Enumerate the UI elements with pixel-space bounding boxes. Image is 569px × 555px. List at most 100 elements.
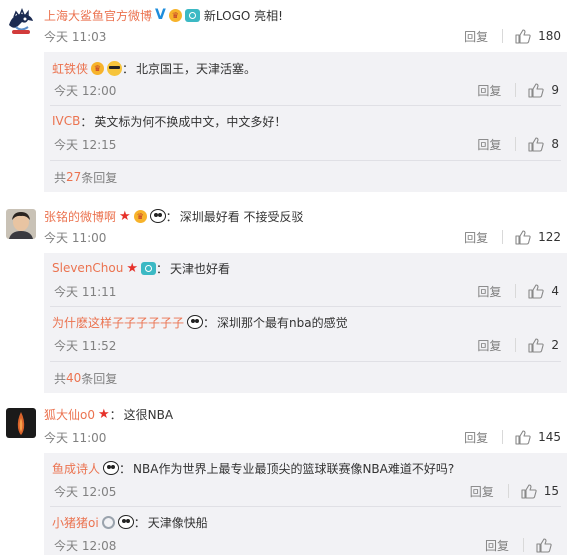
thumbs-up-icon <box>515 229 531 245</box>
reply-actions: 回复 15 <box>470 483 559 500</box>
reply-actions: 回复 8 <box>477 136 559 153</box>
reply-button[interactable]: 回复 <box>477 136 501 153</box>
like-button[interactable]: 2 <box>528 337 559 353</box>
reply-actions: 回复 9 <box>477 82 559 99</box>
more-prefix: 共 <box>54 170 67 185</box>
divider <box>50 306 561 307</box>
colon: ： <box>109 407 122 422</box>
panda-emoji-icon <box>103 461 120 475</box>
like-button[interactable]: 8 <box>528 136 559 152</box>
cool-face-icon <box>107 60 123 76</box>
like-button[interactable]: 9 <box>528 82 559 98</box>
thumbs-up-icon <box>515 28 531 44</box>
username-link[interactable]: IVCB <box>52 114 80 128</box>
reply-meta: 今天 11:11 回复 4 <box>54 283 559 299</box>
reply-header: 为什麽这样子子子子子子 ： 深圳那个最有nba的感觉 <box>52 313 348 331</box>
reply-button[interactable]: 回复 <box>485 537 509 554</box>
reply-button[interactable]: 回复 <box>477 337 501 354</box>
colon: ： <box>119 461 132 476</box>
colon: ： <box>122 61 135 76</box>
reply-button[interactable]: 回复 <box>464 429 488 446</box>
username-link[interactable]: 鱼成诗人 <box>52 460 100 477</box>
colon: ： <box>165 209 178 224</box>
like-button[interactable]: 122 <box>515 229 561 245</box>
colon: ： <box>156 261 169 276</box>
divider <box>50 160 561 161</box>
ring-badge-icon <box>101 515 115 529</box>
username-link[interactable]: 小猪猪oi <box>52 514 99 531</box>
reply-actions: 回复 <box>485 537 559 554</box>
comment-actions: 回复 180 <box>464 28 561 45</box>
divider <box>515 338 517 352</box>
red-star-icon: ★ <box>119 208 131 224</box>
like-button[interactable]: 180 <box>515 28 561 44</box>
thumbs-up-icon <box>521 483 537 499</box>
crown-icon: ♛ <box>133 209 147 223</box>
comment-actions: 回复 145 <box>464 429 561 446</box>
reply-meta: 今天 12:15 回复 8 <box>54 136 559 152</box>
like-count: 9 <box>551 83 559 97</box>
like-button[interactable]: 15 <box>521 483 559 499</box>
like-count: 2 <box>551 338 559 352</box>
divider <box>515 137 517 151</box>
panda-emoji-icon <box>117 515 134 529</box>
reply-button[interactable]: 回复 <box>470 483 494 500</box>
reply-text: 天津像快船 <box>147 515 208 530</box>
avatar[interactable] <box>6 209 36 239</box>
divider <box>50 506 561 507</box>
reply-header: 小猪猪oi ： 天津像快船 <box>52 513 208 531</box>
divider <box>502 430 504 444</box>
username-link[interactable]: 虹铁侠 <box>52 60 88 77</box>
reply-list: 鱼成诗人 ： NBA作为世界上最专业最顶尖的篮球联赛像NBA难道不好吗? 今天 … <box>44 453 567 555</box>
camera-icon <box>184 8 200 22</box>
like-count: 180 <box>538 29 561 43</box>
reply-actions: 回复 2 <box>477 337 559 354</box>
avatar[interactable] <box>6 8 36 38</box>
reply-button[interactable]: 回复 <box>477 82 501 99</box>
like-count: 15 <box>543 484 559 498</box>
reply-button[interactable]: 回复 <box>464 229 488 246</box>
reply-button[interactable]: 回复 <box>464 28 488 45</box>
thumbs-up-icon <box>528 283 545 299</box>
reply-meta: 今天 12:05 回复 15 <box>54 483 559 499</box>
reply-button[interactable]: 回复 <box>477 283 501 300</box>
colon: ： <box>203 315 216 330</box>
divider <box>50 105 561 106</box>
username-link[interactable]: 张铭的微博啊 <box>44 208 116 225</box>
crown-icon: ♛ <box>91 61 105 75</box>
timestamp: 今天 11:03 <box>44 29 107 44</box>
username-link[interactable]: 狐大仙o0 <box>44 406 95 423</box>
timestamp: 今天 12:15 <box>54 137 117 152</box>
reply-text: NBA作为世界上最专业最顶尖的篮球联赛像NBA难道不好吗? <box>133 461 455 476</box>
timestamp: 今天 11:00 <box>44 430 107 445</box>
username-link[interactable]: 上海大鲨鱼官方微博 <box>44 7 152 24</box>
divider <box>50 361 561 362</box>
reply-meta: 今天 12:00 回复 9 <box>54 82 559 98</box>
username-link[interactable]: SlevenChou <box>52 261 123 275</box>
comment-actions: 回复 122 <box>464 229 561 246</box>
more-replies-link[interactable]: 共 40 条回复 <box>54 370 117 386</box>
reply-header: 虹铁侠 ♛ ： 北京国王，天津活塞。 <box>52 59 256 77</box>
reply-list: 虹铁侠 ♛ ： 北京国王，天津活塞。 今天 12:00 回复 9 IVCB ： … <box>44 52 567 192</box>
username-link[interactable]: 为什麽这样子子子子子子 <box>52 314 184 331</box>
like-count: 145 <box>538 430 561 444</box>
avatar[interactable] <box>6 408 36 438</box>
comment-text: 新LOGO 亮相! <box>203 8 283 23</box>
like-button[interactable]: 4 <box>528 283 559 299</box>
like-count: 4 <box>551 284 559 298</box>
timestamp: 今天 12:05 <box>54 484 117 499</box>
panda-emoji-icon <box>187 315 204 329</box>
thumbs-up-icon <box>536 537 552 553</box>
verified-v-icon: V <box>155 7 166 23</box>
comment-header: 张铭的微博啊 ★ ♛ ： 深圳最好看 不接受反驳 <box>44 207 304 225</box>
like-count: 122 <box>538 230 561 244</box>
reply-text: 英文标为何不换成中文，中文多好！ <box>94 114 287 129</box>
like-button[interactable]: 145 <box>515 429 561 445</box>
reply-meta: 今天 11:52 回复 2 <box>54 337 559 353</box>
more-replies-link[interactable]: 共 27 条回复 <box>54 169 117 185</box>
more-count: 40 <box>66 371 82 385</box>
thumbs-up-icon <box>528 337 545 353</box>
like-button[interactable] <box>536 537 559 553</box>
comment-meta: 今天 11:00 回复 122 <box>44 229 561 245</box>
reply-text: 天津也好看 <box>170 261 231 276</box>
